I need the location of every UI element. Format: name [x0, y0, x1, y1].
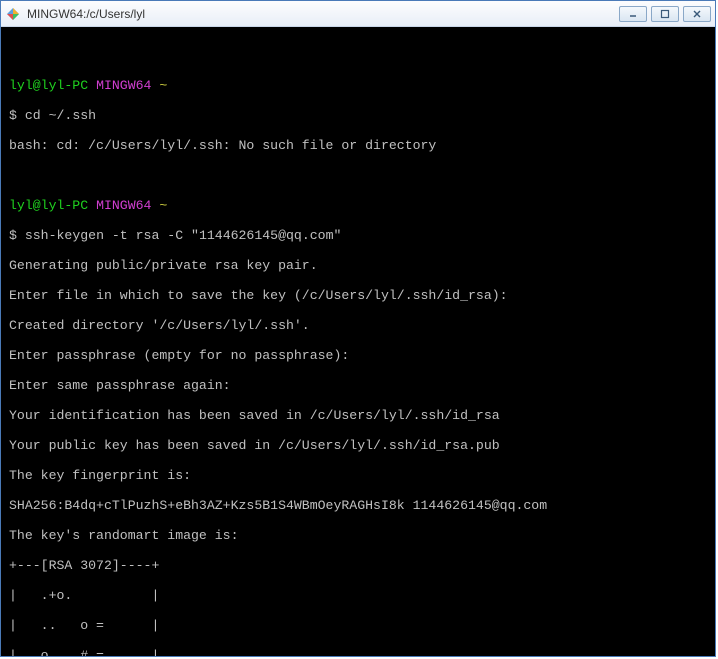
terminal-body[interactable]: lyl@lyl-PC MINGW64 ~ $ cd ~/.ssh bash: c…: [1, 27, 715, 656]
output-line: Enter same passphrase again:: [9, 378, 707, 393]
terminal-window: MINGW64:/c/Users/lyl lyl@lyl-PC MINGW64 …: [0, 0, 716, 657]
prompt-symbol: $: [9, 228, 17, 243]
minimize-button[interactable]: [619, 6, 647, 22]
terminal-line: [9, 48, 707, 63]
output-line: Your identification has been saved in /c…: [9, 408, 707, 423]
prompt-line: lyl@lyl-PC MINGW64 ~: [9, 78, 707, 93]
window-title: MINGW64:/c/Users/lyl: [27, 7, 619, 21]
cwd: ~: [159, 78, 167, 93]
env: MINGW64: [96, 78, 151, 93]
user-command: cd ~/.ssh: [25, 108, 96, 123]
output-line: SHA256:B4dq+cTlPuzhS+eBh3AZ+Kzs5B1S4WBmO…: [9, 498, 707, 513]
prompt-line: lyl@lyl-PC MINGW64 ~: [9, 198, 707, 213]
command-line: $ cd ~/.ssh: [9, 108, 707, 123]
randomart-line: | .+o. |: [9, 588, 707, 603]
output-line: The key's randomart image is:: [9, 528, 707, 543]
command-line: $ ssh-keygen -t rsa -C "1144626145@qq.co…: [9, 228, 707, 243]
randomart-line: +---[RSA 3072]----+: [9, 558, 707, 573]
cwd: ~: [159, 198, 167, 213]
randomart-line: | .. o = |: [9, 618, 707, 633]
close-button[interactable]: [683, 6, 711, 22]
randomart-line: | . o # = |: [9, 648, 707, 656]
userhost: lyl@lyl-PC: [9, 198, 88, 213]
env: MINGW64: [96, 198, 151, 213]
output-line: bash: cd: /c/Users/lyl/.ssh: No such fil…: [9, 138, 707, 153]
output-line: Your public key has been saved in /c/Use…: [9, 438, 707, 453]
output-line: The key fingerprint is:: [9, 468, 707, 483]
window-controls: [619, 6, 711, 22]
titlebar[interactable]: MINGW64:/c/Users/lyl: [1, 1, 715, 27]
output-line: Generating public/private rsa key pair.: [9, 258, 707, 273]
blank-line: [9, 168, 707, 183]
userhost: lyl@lyl-PC: [9, 78, 88, 93]
app-icon: [5, 6, 21, 22]
prompt-symbol: $: [9, 108, 17, 123]
output-line: Enter passphrase (empty for no passphras…: [9, 348, 707, 363]
output-line: Enter file in which to save the key (/c/…: [9, 288, 707, 303]
user-command: ssh-keygen -t rsa -C "1144626145@qq.com": [25, 228, 342, 243]
maximize-button[interactable]: [651, 6, 679, 22]
output-line: Created directory '/c/Users/lyl/.ssh'.: [9, 318, 707, 333]
